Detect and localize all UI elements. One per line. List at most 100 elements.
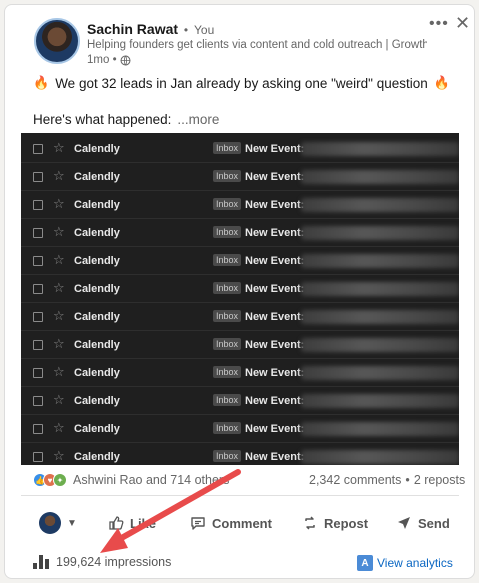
inbox-badge: Inbox — [213, 366, 242, 378]
inbox-sender: Calendly — [74, 339, 120, 351]
reposts-count[interactable]: 2 reposts — [414, 473, 465, 487]
checkbox-icon — [33, 284, 43, 294]
reaction-identity-picker[interactable]: ▼ — [39, 508, 77, 538]
repost-button[interactable]: Repost — [302, 508, 368, 538]
comment-button[interactable]: Comment — [190, 508, 272, 538]
engagement-counts: 2,342 comments • 2 reposts — [309, 473, 465, 487]
divider — [21, 495, 459, 496]
checkbox-icon — [33, 200, 43, 210]
inbox-badge: Inbox — [213, 310, 242, 322]
chevron-down-icon: ▼ — [67, 517, 77, 529]
inbox-subject: New Event: — [245, 143, 305, 155]
inbox-subject: New Event: — [245, 255, 305, 267]
star-icon: ☆ — [53, 252, 65, 267]
send-button[interactable]: Send — [396, 508, 450, 538]
inbox-subject: New Event: — [245, 171, 305, 183]
star-icon: ☆ — [53, 224, 65, 239]
blurred-details — [301, 254, 459, 268]
inbox-sender: Calendly — [74, 423, 120, 435]
checkbox-icon — [33, 256, 43, 266]
author-you-label: You — [194, 23, 215, 37]
inbox-badge: Inbox — [213, 450, 242, 462]
ellipsis-icon[interactable]: ••• — [429, 15, 449, 33]
post-meta: 1mo • — [87, 54, 131, 66]
star-icon: ☆ — [53, 420, 65, 435]
repost-label: Repost — [324, 515, 369, 531]
blurred-details — [301, 394, 459, 408]
view-analytics-label: View analytics — [377, 556, 453, 570]
author-row: Sachin Rawat • You — [87, 21, 214, 37]
close-icon[interactable]: ✕ — [455, 13, 470, 34]
analytics-bars-icon — [33, 555, 49, 569]
inbox-row: ☆ Calendly Inbox New Event: — [21, 303, 459, 331]
blurred-details — [301, 198, 459, 212]
checkbox-icon — [33, 452, 43, 462]
inbox-row: ☆ Calendly Inbox New Event: — [21, 415, 459, 443]
post-time: 1mo • — [87, 54, 117, 66]
inbox-badge: Inbox — [213, 394, 242, 406]
avatar — [39, 512, 61, 534]
comments-count[interactable]: 2,342 comments — [309, 473, 401, 487]
star-icon: ☆ — [53, 280, 65, 295]
blurred-details — [301, 366, 459, 380]
inbox-row: ☆ Calendly Inbox New Event: — [21, 219, 459, 247]
checkbox-icon — [33, 396, 43, 406]
like-label: Like — [130, 515, 157, 531]
comment-label: Comment — [212, 515, 272, 531]
inbox-subject: New Event: — [245, 367, 305, 379]
post-text-line1: 🔥 We got 32 leads in Jan already by aski… — [33, 75, 450, 91]
star-icon: ☆ — [53, 336, 65, 351]
blurred-details — [301, 226, 459, 240]
like-icon — [109, 516, 124, 530]
impressions[interactable]: 199,624 impressions — [33, 555, 171, 569]
inbox-row: ☆ Calendly Inbox New Event: — [21, 275, 459, 303]
star-icon: ☆ — [53, 392, 65, 407]
checkbox-icon — [33, 172, 43, 182]
blurred-details — [301, 282, 459, 296]
inbox-row: ☆ Calendly Inbox New Event: — [21, 359, 459, 387]
star-icon: ☆ — [53, 140, 65, 155]
checkbox-icon — [33, 368, 43, 378]
like-button[interactable]: Like — [108, 508, 156, 538]
blurred-details — [301, 338, 459, 352]
star-icon: ☆ — [53, 448, 65, 463]
star-icon: ☆ — [53, 196, 65, 211]
fire-icon: 🔥 — [33, 75, 50, 90]
inbox-badge: Inbox — [213, 142, 242, 154]
inbox-sender: Calendly — [74, 395, 120, 407]
inbox-subject: New Event: — [245, 395, 305, 407]
reaction-icons: 👍 ♥ ✦ — [33, 473, 67, 487]
counts-separator: • — [405, 473, 410, 487]
checkbox-icon — [33, 144, 43, 154]
blurred-details — [301, 142, 459, 156]
post-card: Sachin Rawat • You Helping founders get … — [4, 4, 475, 579]
inbox-sender: Calendly — [74, 367, 120, 379]
inbox-subject: New Event: — [245, 339, 305, 351]
reactions-summary[interactable]: 👍 ♥ ✦ Ashwini Rao and 714 others — [33, 473, 229, 487]
author-name[interactable]: Sachin Rawat — [87, 21, 178, 37]
send-icon — [398, 517, 410, 529]
reactors-text[interactable]: Ashwini Rao and 714 others — [73, 473, 229, 487]
clap-reaction-icon: ✦ — [53, 473, 67, 487]
comment-icon — [191, 517, 205, 530]
see-more-link[interactable]: ...more — [177, 112, 219, 127]
author-avatar[interactable] — [34, 18, 80, 64]
inbox-screenshot-image[interactable]: ☆ Calendly Inbox New Event: ☆ Calendly Inbox Ne… — [21, 133, 459, 465]
globe-icon — [120, 55, 131, 65]
star-icon: ☆ — [53, 364, 65, 379]
view-analytics-link[interactable]: A View analytics — [357, 555, 453, 571]
inbox-row: ☆ Calendly Inbox New Event: — [21, 191, 459, 219]
impressions-count: 199,624 impressions — [56, 555, 172, 569]
inbox-sender: Calendly — [74, 311, 120, 323]
blurred-details — [301, 170, 459, 184]
inbox-subject: New Event: — [245, 311, 305, 323]
inbox-badge: Inbox — [213, 338, 242, 350]
watermark-logo-icon: A — [357, 555, 373, 571]
inbox-row: ☆ Calendly Inbox New Event: — [21, 247, 459, 275]
inbox-sender: Calendly — [74, 227, 120, 239]
send-label: Send — [418, 515, 450, 531]
action-bar: ▼ Like Comment Repost Send — [5, 508, 474, 538]
inbox-row: ☆ Calendly Inbox New Event: — [21, 443, 459, 465]
inbox-badge: Inbox — [213, 254, 242, 266]
star-icon: ☆ — [53, 168, 65, 183]
